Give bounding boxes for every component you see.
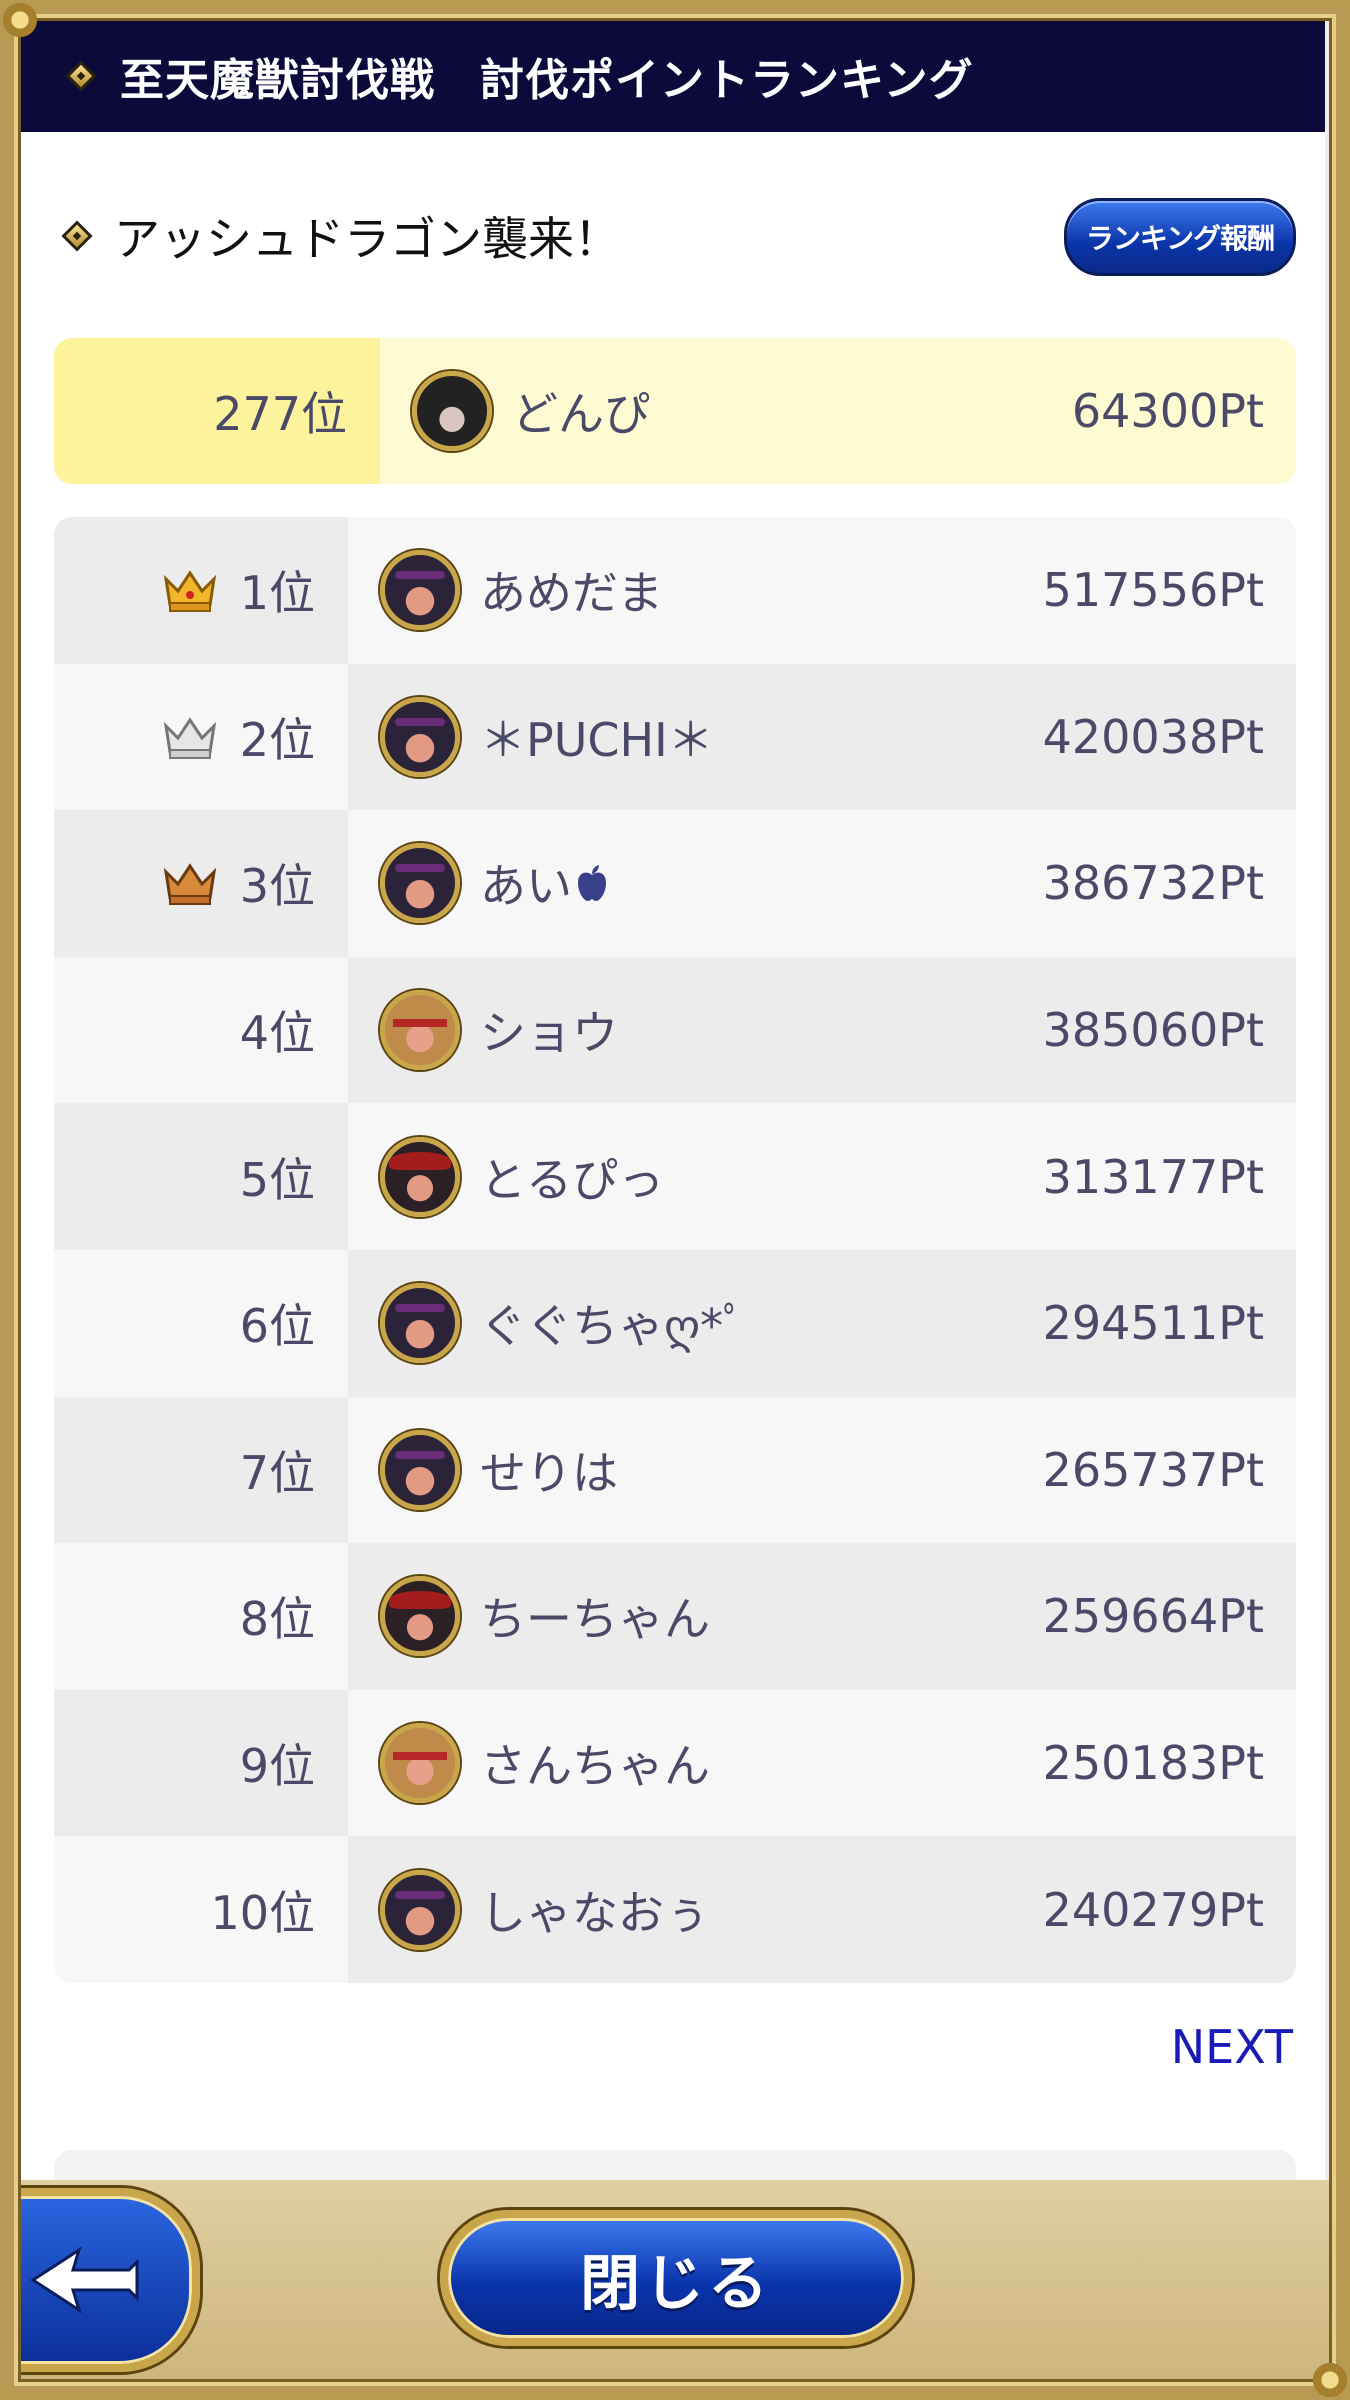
player-avatar-icon xyxy=(380,1723,460,1804)
player-avatar-icon xyxy=(380,990,460,1071)
player-avatar-icon xyxy=(380,1283,460,1364)
ranking-row[interactable]: 2位 ＊PUCHI＊ 420038Pt xyxy=(54,663,1296,811)
ranking-row[interactable]: 5位 とるぴっ 313177Pt xyxy=(54,1103,1296,1250)
rank-label: 2位 xyxy=(239,712,315,767)
rank-cell: 1位 xyxy=(54,517,348,664)
player-name: せりは xyxy=(480,1445,618,1500)
event-title: アッシュドラゴン襲来！ xyxy=(114,212,620,266)
player-cell: ちーちゃん xyxy=(348,1543,836,1690)
player-name: とるぴっ xyxy=(480,1152,664,1207)
player-name: ショウ xyxy=(480,1006,618,1061)
ranking-row[interactable]: 8位 ちーちゃん 259664Pt xyxy=(54,1543,1296,1690)
rank-label: 4位 xyxy=(54,956,348,1104)
ranking-reward-button[interactable]: ランキング報酬 xyxy=(1064,198,1296,276)
player-name: ＊PUCHI＊ xyxy=(480,712,714,767)
diamond-bullet-icon xyxy=(61,220,93,252)
player-points: 385060Pt xyxy=(836,956,1296,1104)
header-bar: 至天魔獣討伐戦 討伐ポイントランキング xyxy=(20,20,1325,132)
player-points: 250183Pt xyxy=(836,1689,1296,1837)
rank-cell: 3位 xyxy=(54,810,348,957)
rank-cell: 2位 xyxy=(54,663,348,811)
player-cell: ＊PUCHI＊ xyxy=(348,663,836,811)
ranking-row[interactable]: 7位 せりは 265737Pt xyxy=(54,1396,1296,1544)
player-points: 294511Pt xyxy=(836,1249,1296,1397)
player-avatar-icon xyxy=(380,843,460,924)
player-cell: しゃなおぅ xyxy=(348,1836,836,1983)
player-name: さんちゃん xyxy=(480,1739,710,1794)
close-button[interactable]: 閉じる xyxy=(440,2210,912,2346)
player-points: 420038Pt xyxy=(836,663,1296,811)
ranking-row[interactable]: 3位 あい 386732Pt xyxy=(54,810,1296,957)
rank-label: 5位 xyxy=(54,1103,348,1250)
diamond-bullet-icon xyxy=(65,60,97,92)
player-name: あい xyxy=(480,859,572,914)
rank-label: 8位 xyxy=(54,1543,348,1690)
player-name: ちーちゃん xyxy=(480,1592,710,1647)
ranking-row[interactable]: 1位 あめだま 517556Pt xyxy=(54,517,1296,664)
player-avatar-icon xyxy=(380,1429,460,1510)
player-name: あめだま xyxy=(480,566,664,621)
ranking-row[interactable]: 10位 しゃなおぅ 240279Pt xyxy=(54,1836,1296,1983)
player-points: 265737Pt xyxy=(836,1396,1296,1544)
player-name: どんぴ xyxy=(512,387,650,441)
player-avatar-icon xyxy=(380,696,460,777)
player-cell: あめだま xyxy=(348,517,836,664)
player-cell: ぐぐちゃღ*ﾟ xyxy=(348,1249,836,1397)
page-title: 至天魔獣討伐戦 討伐ポイントランキング xyxy=(120,55,974,106)
frame-corner-ornament xyxy=(1310,2360,1350,2400)
player-name: しゃなおぅ xyxy=(480,1885,710,1940)
player-avatar-icon xyxy=(380,550,460,631)
player-cell: せりは xyxy=(348,1396,836,1544)
ranking-row[interactable]: 6位 ぐぐちゃღ*ﾟ 294511Pt xyxy=(54,1249,1296,1397)
gold-crown-icon xyxy=(163,570,216,613)
rank-label: 10位 xyxy=(54,1836,348,1983)
frame-corner-ornament xyxy=(0,0,40,40)
my-rank-row: 277位 どんぴ 64300Pt xyxy=(54,338,1296,484)
ranking-row[interactable]: 4位 ショウ 385060Pt xyxy=(54,956,1296,1104)
player-points: 386732Pt xyxy=(836,810,1296,957)
bronze-crown-icon xyxy=(163,863,216,906)
my-rank-points: 64300Pt xyxy=(1071,384,1264,438)
rank-label: 6位 xyxy=(54,1249,348,1397)
player-cell: さんちゃん xyxy=(348,1689,836,1837)
player-points: 240279Pt xyxy=(836,1836,1296,1983)
ranking-list: 1位 あめだま 517556Pt 2位 ＊PUCHI＊ 420038Pt 3位 … xyxy=(54,517,1296,1983)
my-rank-player[interactable]: どんぴ xyxy=(380,338,836,484)
silver-crown-icon xyxy=(163,717,216,759)
player-cell: とるぴっ xyxy=(348,1103,836,1250)
player-points: 259664Pt xyxy=(836,1543,1296,1690)
ranking-row[interactable]: 9位 さんちゃん 250183Pt xyxy=(54,1689,1296,1837)
apple-icon xyxy=(578,865,606,902)
event-row: アッシュドラゴン襲来！ ランキング報酬 xyxy=(61,196,1296,276)
rank-label: 1位 xyxy=(239,566,315,621)
player-name: ぐぐちゃღ*ﾟ xyxy=(480,1299,747,1354)
player-avatar-icon xyxy=(380,1869,460,1950)
player-points: 313177Pt xyxy=(836,1103,1296,1250)
my-rank-position: 277位 xyxy=(54,338,380,484)
back-button[interactable] xyxy=(0,2188,200,2372)
player-cell: あい xyxy=(348,810,836,957)
rank-label: 9位 xyxy=(54,1689,348,1837)
rank-label: 3位 xyxy=(239,859,315,914)
player-avatar-icon xyxy=(380,1136,460,1217)
player-avatar-icon xyxy=(380,1576,460,1657)
back-arrow-icon xyxy=(30,2246,139,2314)
next-page-link[interactable]: NEXT xyxy=(1171,2020,1293,2074)
player-cell: ショウ xyxy=(348,956,836,1104)
player-points: 517556Pt xyxy=(836,517,1296,664)
rank-label: 7位 xyxy=(54,1396,348,1544)
player-avatar-icon xyxy=(412,371,492,451)
